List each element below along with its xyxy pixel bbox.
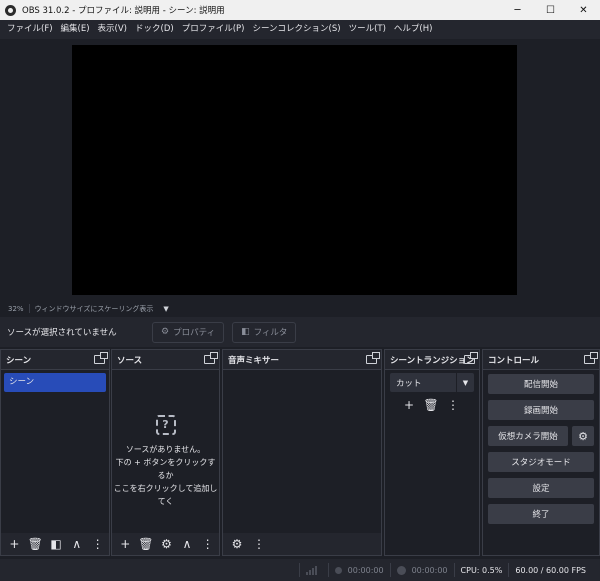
mixer-toolbar: ⚙ ⋮	[223, 533, 381, 555]
more-icon[interactable]: ⋮	[249, 535, 269, 553]
window-title: OBS 31.0.2 - プロファイル: 説明用 - シーン: 説明用	[22, 6, 225, 16]
gear-icon[interactable]: ⚙	[157, 535, 176, 553]
title-bar: OBS 31.0.2 - プロファイル: 説明用 - シーン: 説明用 ─ ☐ …	[0, 0, 600, 20]
exit-button[interactable]: 終了	[488, 504, 594, 524]
recording-status: 00:00:00	[327, 563, 390, 577]
signal-bars-icon	[305, 565, 318, 575]
cpu-usage: CPU: 0.5%	[453, 563, 509, 577]
undock-icon[interactable]	[366, 352, 380, 364]
more-icon[interactable]: ⋮	[88, 535, 107, 553]
move-up-icon[interactable]: ∧	[67, 535, 86, 553]
zoom-level: 32%	[8, 304, 24, 313]
preview-scale-bar: 32% ウィンドウサイズにスケーリング表示 ▼	[0, 302, 600, 315]
filter-icon[interactable]: ◧	[47, 535, 66, 553]
move-up-icon[interactable]: ∧	[178, 535, 197, 553]
menu-tools[interactable]: ツール(T)	[345, 20, 390, 39]
controls-title: コントロール	[488, 355, 540, 366]
scenes-title: シーン	[6, 355, 32, 366]
sources-dock: ソース ? ソースがありません。 下の + ボタンをクリックするか ここを右クリ…	[111, 349, 220, 556]
sources-title: ソース	[117, 355, 143, 366]
gear-icon[interactable]: ⚙	[227, 535, 247, 553]
transition-select[interactable]: カット ▼	[390, 373, 474, 392]
trash-icon[interactable]: 🗑	[421, 396, 441, 414]
stream-time: 00:00:00	[411, 565, 448, 575]
menu-bar: ファイル(F) 編集(E) 表示(V) ドック(D) プロファイル(P) シーン…	[0, 20, 600, 39]
gear-icon: ⚙	[161, 327, 170, 337]
start-recording-button[interactable]: 録画開始	[488, 400, 594, 420]
undock-icon[interactable]	[204, 352, 218, 364]
properties-button[interactable]: ⚙ プロパティ	[152, 321, 225, 343]
chevron-down-icon[interactable]: ▼	[163, 305, 168, 313]
dock-header: 音声ミキサー	[223, 350, 381, 370]
undock-icon[interactable]	[94, 352, 108, 364]
empty-line: ここを右クリックして追加してく	[113, 484, 218, 506]
trash-icon[interactable]: 🗑	[26, 535, 45, 553]
dock-header: シーントランジション	[385, 350, 479, 370]
empty-line: ソースがありません。	[125, 445, 206, 454]
start-streaming-button[interactable]: 配信開始	[488, 374, 594, 394]
audio-mixer-dock: 音声ミキサー ⚙ ⋮	[222, 349, 382, 556]
menu-edit[interactable]: 編集(E)	[57, 20, 94, 39]
divider	[28, 304, 30, 313]
transition-value: カット	[396, 378, 422, 389]
chevron-down-icon[interactable]: ▼	[456, 373, 474, 392]
question-icon: ?	[155, 415, 176, 435]
preview-canvas[interactable]	[72, 45, 517, 295]
signal-status	[298, 563, 328, 577]
studio-mode-button[interactable]: スタジオモード	[488, 452, 594, 472]
dock-header: ソース	[112, 350, 219, 370]
virtual-camera-row: 仮想カメラ開始 ⚙	[488, 426, 594, 446]
menu-docks[interactable]: ドック(D)	[131, 20, 178, 39]
stream-indicator-icon	[396, 565, 406, 575]
streaming-status: 00:00:00	[389, 563, 454, 577]
empty-line: 下の + ボタンをクリックするか	[115, 458, 216, 480]
filter-icon: ◧	[241, 327, 250, 337]
no-source-selected-label: ソースが選択されていません	[7, 328, 117, 338]
record-indicator-icon	[334, 566, 342, 574]
fps-readout: 60.00 / 60.00 FPS	[508, 563, 592, 577]
settings-button[interactable]: 設定	[488, 478, 594, 498]
scene-transitions-dock: シーントランジション カット ▼ + 🗑 ⋮	[384, 349, 480, 556]
add-icon[interactable]: +	[399, 396, 419, 414]
more-icon[interactable]: ⋮	[443, 396, 463, 414]
menu-scene-collection[interactable]: シーンコレクション(S)	[248, 20, 344, 39]
dock-header: コントロール	[483, 350, 599, 370]
add-icon[interactable]: +	[116, 535, 135, 553]
add-icon[interactable]: +	[5, 535, 24, 553]
obs-logo-icon	[5, 4, 16, 16]
scaling-mode-select[interactable]: ウィンドウサイズにスケーリング表示	[35, 304, 154, 314]
menu-profile[interactable]: プロファイル(P)	[178, 20, 249, 39]
filters-button[interactable]: ◧ フィルタ	[232, 321, 297, 343]
transitions-title: シーントランジション	[390, 355, 475, 366]
sources-toolbar: + 🗑 ⚙ ∧ ⋮	[112, 533, 219, 555]
close-button[interactable]: ✕	[567, 0, 600, 20]
status-bar: 00:00:00 00:00:00 CPU: 0.5% 60.00 / 60.0…	[0, 559, 600, 581]
scenes-toolbar: + 🗑 ◧ ∧ ⋮	[1, 533, 109, 555]
undock-icon[interactable]	[584, 352, 598, 364]
menu-help[interactable]: ヘルプ(H)	[390, 20, 437, 39]
controls-dock: コントロール 配信開始 録画開始 仮想カメラ開始 ⚙ スタジオモード 設定 終了	[482, 349, 600, 556]
dock-header: シーン	[1, 350, 109, 370]
trash-icon[interactable]: 🗑	[137, 535, 156, 553]
start-virtual-camera-button[interactable]: 仮想カメラ開始	[488, 426, 568, 446]
transition-tools: + 🗑 ⋮	[385, 396, 479, 414]
scenes-dock: シーン シーン + 🗑 ◧ ∧ ⋮	[0, 349, 110, 556]
undock-icon[interactable]	[464, 352, 478, 364]
empty-sources-message: ? ソースがありません。 下の + ボタンをクリックするか ここを右クリックして…	[112, 415, 219, 508]
record-time: 00:00:00	[347, 565, 384, 575]
minimize-button[interactable]: ─	[501, 0, 534, 20]
menu-view[interactable]: 表示(V)	[94, 20, 131, 39]
more-icon[interactable]: ⋮	[198, 535, 217, 553]
menu-file[interactable]: ファイル(F)	[3, 20, 57, 39]
gear-icon[interactable]: ⚙	[572, 426, 594, 446]
scene-list-item[interactable]: シーン	[4, 373, 106, 392]
source-toolbar: ソースが選択されていません ⚙ プロパティ ◧ フィルタ	[0, 317, 600, 347]
audio-mixer-title: 音声ミキサー	[228, 355, 280, 366]
filters-label: フィルタ	[253, 328, 288, 338]
preview-area	[0, 39, 600, 302]
maximize-button[interactable]: ☐	[534, 0, 567, 20]
properties-label: プロパティ	[173, 328, 216, 338]
